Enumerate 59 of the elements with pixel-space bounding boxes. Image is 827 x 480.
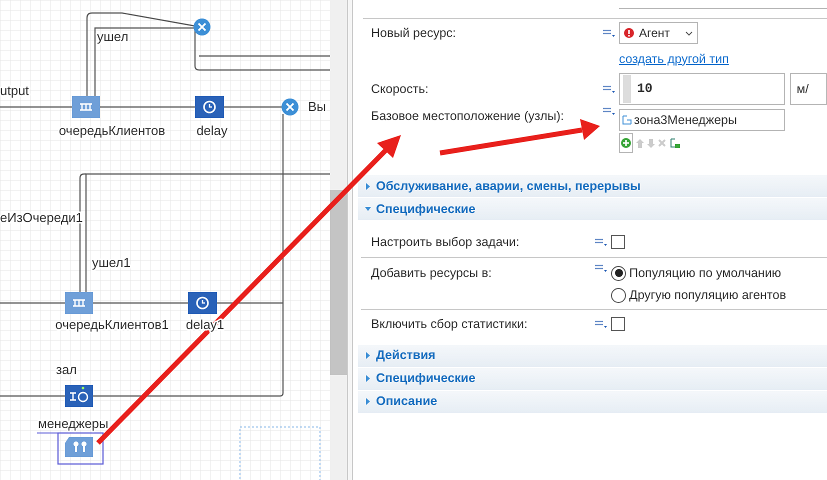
sink-block[interactable] [194, 18, 210, 36]
collapsed-icon [365, 398, 371, 406]
add-button[interactable] [619, 133, 633, 153]
block-label: очередьКлиентов [58, 123, 166, 138]
section-header[interactable]: Действия [358, 344, 827, 367]
field-label: Скорость: [371, 80, 430, 98]
connector [0, 302, 65, 304]
type-dropdown[interactable]: Агент [619, 22, 698, 44]
radio-option[interactable]: Другую популяцию агентов [611, 286, 786, 305]
field-label: Новый ресурс: [371, 24, 457, 42]
number-field[interactable]: 10 [619, 73, 785, 105]
field-label: Настроить выбор задачи: [371, 234, 520, 251]
static-value-icon[interactable] [603, 107, 615, 115]
static-value-icon[interactable] [595, 238, 607, 246]
static-value-icon[interactable] [603, 29, 615, 37]
pool-block[interactable] [65, 385, 93, 407]
block-label: очередьКлиентов1 [55, 317, 169, 332]
field-label: Базовое местоположение (узлы): [371, 108, 565, 125]
block-label: ушел [97, 29, 128, 44]
connector [0, 106, 72, 108]
field-label: Включить сбор статистики: [371, 316, 528, 333]
queue-block[interactable] [65, 292, 93, 314]
caret-icon [684, 30, 693, 36]
checkbox[interactable] [611, 317, 625, 332]
expanded-icon [365, 206, 371, 212]
section-header[interactable]: Специфические [358, 368, 827, 390]
node-list-field[interactable]: зона3Менеджеры [619, 109, 785, 131]
resource-block[interactable] [57, 432, 104, 465]
static-value-icon[interactable] [603, 85, 615, 93]
delay-block[interactable] [188, 292, 217, 314]
connector [224, 106, 283, 108]
sink-block[interactable] [282, 98, 298, 116]
block-label: менеджеры [38, 416, 108, 431]
connector [0, 395, 65, 397]
collapsed-icon [365, 352, 371, 360]
section-header[interactable]: Обслуживание, аварии, смены, перерывы [358, 175, 827, 197]
block-label: delay [196, 123, 228, 138]
unit-dropdown[interactable]: м/ [790, 73, 827, 105]
node-icon [622, 115, 632, 125]
create-type-link[interactable]: создать другой тип [619, 50, 729, 68]
section-header[interactable]: Специфические [358, 198, 827, 220]
queue-block[interactable] [72, 96, 100, 118]
section-header[interactable]: Описание [358, 390, 827, 413]
error-icon [624, 28, 634, 38]
collapsed-icon [365, 182, 371, 190]
checkbox[interactable] [611, 235, 625, 249]
tree-icon[interactable] [670, 138, 680, 148]
collapsed-icon [365, 375, 371, 382]
block-label: ушел1 [92, 255, 131, 270]
delay-block[interactable] [195, 96, 224, 118]
static-value-icon[interactable] [595, 320, 607, 328]
scrollbar[interactable] [330, 0, 347, 480]
field-label: Добавить ресурсы в: [371, 265, 493, 282]
radio-option[interactable]: Популяцию по умолчанию [611, 264, 786, 283]
block-label: utput [0, 83, 29, 98]
scroll-thumb[interactable] [330, 190, 347, 375]
static-value-icon[interactable] [595, 264, 607, 272]
block-label: зал [56, 362, 77, 377]
block-label: Вы [308, 99, 326, 114]
